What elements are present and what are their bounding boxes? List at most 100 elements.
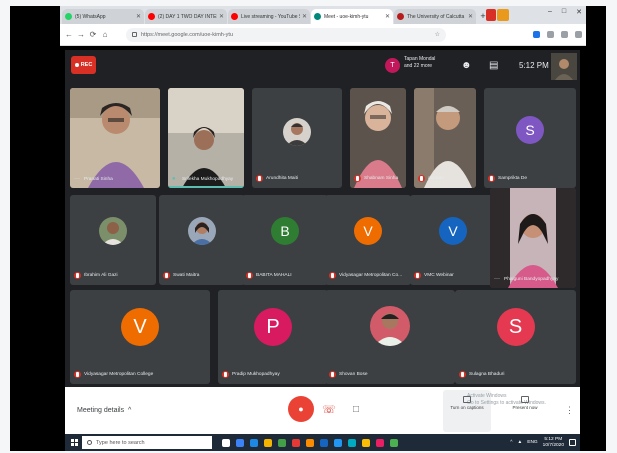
back-button[interactable]: ← [64, 30, 74, 39]
participant-tile[interactable]: ··· Pranati Sinha [70, 88, 160, 188]
network-icon[interactable]: ▲ [518, 440, 523, 445]
file-explorer-icon[interactable] [264, 438, 272, 447]
participant-tile[interactable]: anirban [414, 88, 476, 188]
home-button[interactable]: ⌂ [100, 30, 110, 39]
meet-top-bar: REC T Tapan Mondal and 22 more ☻ ▤ 5:12 … [65, 50, 580, 83]
app-icon[interactable] [376, 438, 384, 447]
close-icon[interactable]: ✕ [468, 13, 473, 20]
word-icon[interactable] [334, 438, 342, 447]
app-icon[interactable] [348, 438, 356, 447]
participant-tile[interactable]: V Vidyasagar Metropolitan Co... [325, 195, 411, 285]
more-options-icon[interactable]: ⋮ [565, 405, 574, 416]
participant-tile[interactable]: V Vidyasagar Metropolitan College [70, 290, 210, 384]
app-icon[interactable] [390, 438, 398, 447]
self-view-thumbnail[interactable] [551, 53, 577, 80]
tab-label: Live streaming - YouTube Stu [241, 13, 300, 20]
participant-tile[interactable]: ··· Phalguni Bandyopadhyay [490, 188, 576, 288]
captions-label: Turn on captions [450, 405, 484, 410]
reload-button[interactable]: ⟳ [88, 30, 98, 39]
chevron-up-icon[interactable]: ^ [510, 440, 512, 445]
menu-icon[interactable] [575, 31, 582, 38]
people-icon[interactable]: ☻ [461, 60, 472, 71]
capture-frame: (5) WhatsApp ✕ (2) DAY 1 TWO DAY INTERNA… [0, 0, 617, 453]
participant-name: Srilekha Mukhopadhyay [182, 176, 234, 182]
participant-name: VMC Webinar [424, 273, 454, 278]
mic-off-icon [329, 272, 336, 279]
minimize-button[interactable]: – [548, 8, 552, 16]
extension-icon[interactable] [561, 31, 568, 38]
mic-toggle-button[interactable]: ● [288, 396, 314, 422]
meeting-details-button[interactable]: Meeting details ^ [77, 407, 131, 414]
lock-icon [132, 32, 137, 37]
browser-tab[interactable]: (5) WhatsApp ✕ [62, 9, 144, 24]
participant-name: Vidyasagar Metropolitan Co... [339, 273, 403, 278]
more-options-icon[interactable]: ··· [74, 176, 82, 182]
chrome-icon[interactable] [362, 438, 370, 447]
search-placeholder: Type here to search [96, 439, 145, 446]
speaking-indicator-icon: ● [172, 176, 176, 182]
participant-tile[interactable]: S Sulagna Bhaduri [455, 290, 576, 384]
profile-icon[interactable] [497, 9, 509, 21]
more-options-icon[interactable]: ··· [494, 276, 502, 282]
input-language[interactable]: ENG [527, 440, 537, 445]
notification-icon[interactable] [569, 439, 576, 446]
close-window-button[interactable]: ✕ [576, 8, 582, 16]
app-icon[interactable] [292, 438, 300, 447]
close-icon[interactable]: ✕ [136, 13, 141, 20]
firefox-icon[interactable] [306, 438, 314, 447]
leave-call-button[interactable]: ☏ [316, 396, 342, 422]
youtube-studio-icon [231, 13, 238, 20]
close-icon[interactable]: ✕ [385, 13, 390, 20]
university-icon [397, 13, 404, 20]
browser-tab-active[interactable]: Meet - uoe-kimh-ytu ✕ [311, 9, 393, 24]
camera-toggle-button[interactable]: □ [343, 396, 369, 422]
participant-tile[interactable]: B BABITA MAHALI [242, 195, 328, 285]
present-now-button[interactable]: Present now [505, 396, 545, 410]
taskbar-clock[interactable]: 5:12 PM 10/7/2020 [543, 437, 564, 448]
avatar-photo [188, 217, 216, 245]
close-icon[interactable]: ✕ [219, 13, 224, 20]
task-view-icon[interactable] [222, 438, 230, 447]
participant-tile[interactable]: P Pradip Mukhopadhyay [218, 290, 328, 384]
windows-start-icon[interactable] [71, 439, 78, 446]
captions-button[interactable]: Turn on captions [447, 396, 487, 410]
extension-icon[interactable] [533, 31, 540, 38]
participant-tile[interactable]: S Samprikta De [484, 88, 576, 188]
participants-summary[interactable]: Tapan Mondal and 22 more [404, 56, 435, 70]
forward-button[interactable]: → [76, 30, 86, 39]
close-icon[interactable]: ✕ [302, 13, 307, 20]
chat-icon[interactable]: ▤ [489, 60, 498, 71]
app-icon[interactable] [320, 438, 328, 447]
participant-tile[interactable]: V VMC Webinar [410, 195, 496, 285]
star-icon[interactable]: ☆ [435, 31, 440, 38]
participant-tile[interactable]: ● Srilekha Mukhopadhyay [168, 88, 244, 188]
participant-tile[interactable]: Shovan Bose [325, 290, 455, 384]
extension-toolbar [533, 31, 582, 38]
participant-tile[interactable]: Ibrahim Ali Gazi [70, 195, 156, 285]
participant-tile[interactable]: Arundhita Maiti [252, 88, 342, 188]
record-dot-icon [74, 63, 79, 67]
participant-name: Swati Maitra [173, 273, 200, 278]
app-icon[interactable] [250, 438, 258, 447]
self-view-image [551, 53, 577, 80]
maximize-button[interactable]: □ [562, 8, 566, 16]
browser-tab[interactable]: (2) DAY 1 TWO DAY INTERNATI ✕ [145, 9, 227, 24]
extension-icon[interactable] [486, 9, 496, 21]
participant-name: Phalguni Bandyopadhyay [504, 276, 559, 282]
browser-tab[interactable]: The University of Calcutta ✕ [394, 9, 476, 24]
participant-tile[interactable]: Shabnam Sinha [350, 88, 406, 188]
extension-icon[interactable] [547, 31, 554, 38]
meet-icon [314, 13, 321, 20]
app-icon[interactable] [278, 438, 286, 447]
mic-off-icon [488, 175, 495, 182]
browser-tab[interactable]: Live streaming - YouTube Stu ✕ [228, 9, 310, 24]
participant-video [350, 88, 406, 188]
edge-icon[interactable] [236, 438, 244, 447]
url-field[interactable]: https://meet.google.com/uoe-kimh-ytu ☆ [126, 27, 446, 42]
participant-name: Arundhita Maiti [266, 176, 298, 181]
taskbar-search-box[interactable]: Type here to search [82, 436, 212, 449]
participant-video [70, 88, 160, 188]
participant-tile[interactable]: Swati Maitra [159, 195, 245, 285]
search-icon [87, 440, 92, 445]
participant-avatar [370, 306, 410, 346]
